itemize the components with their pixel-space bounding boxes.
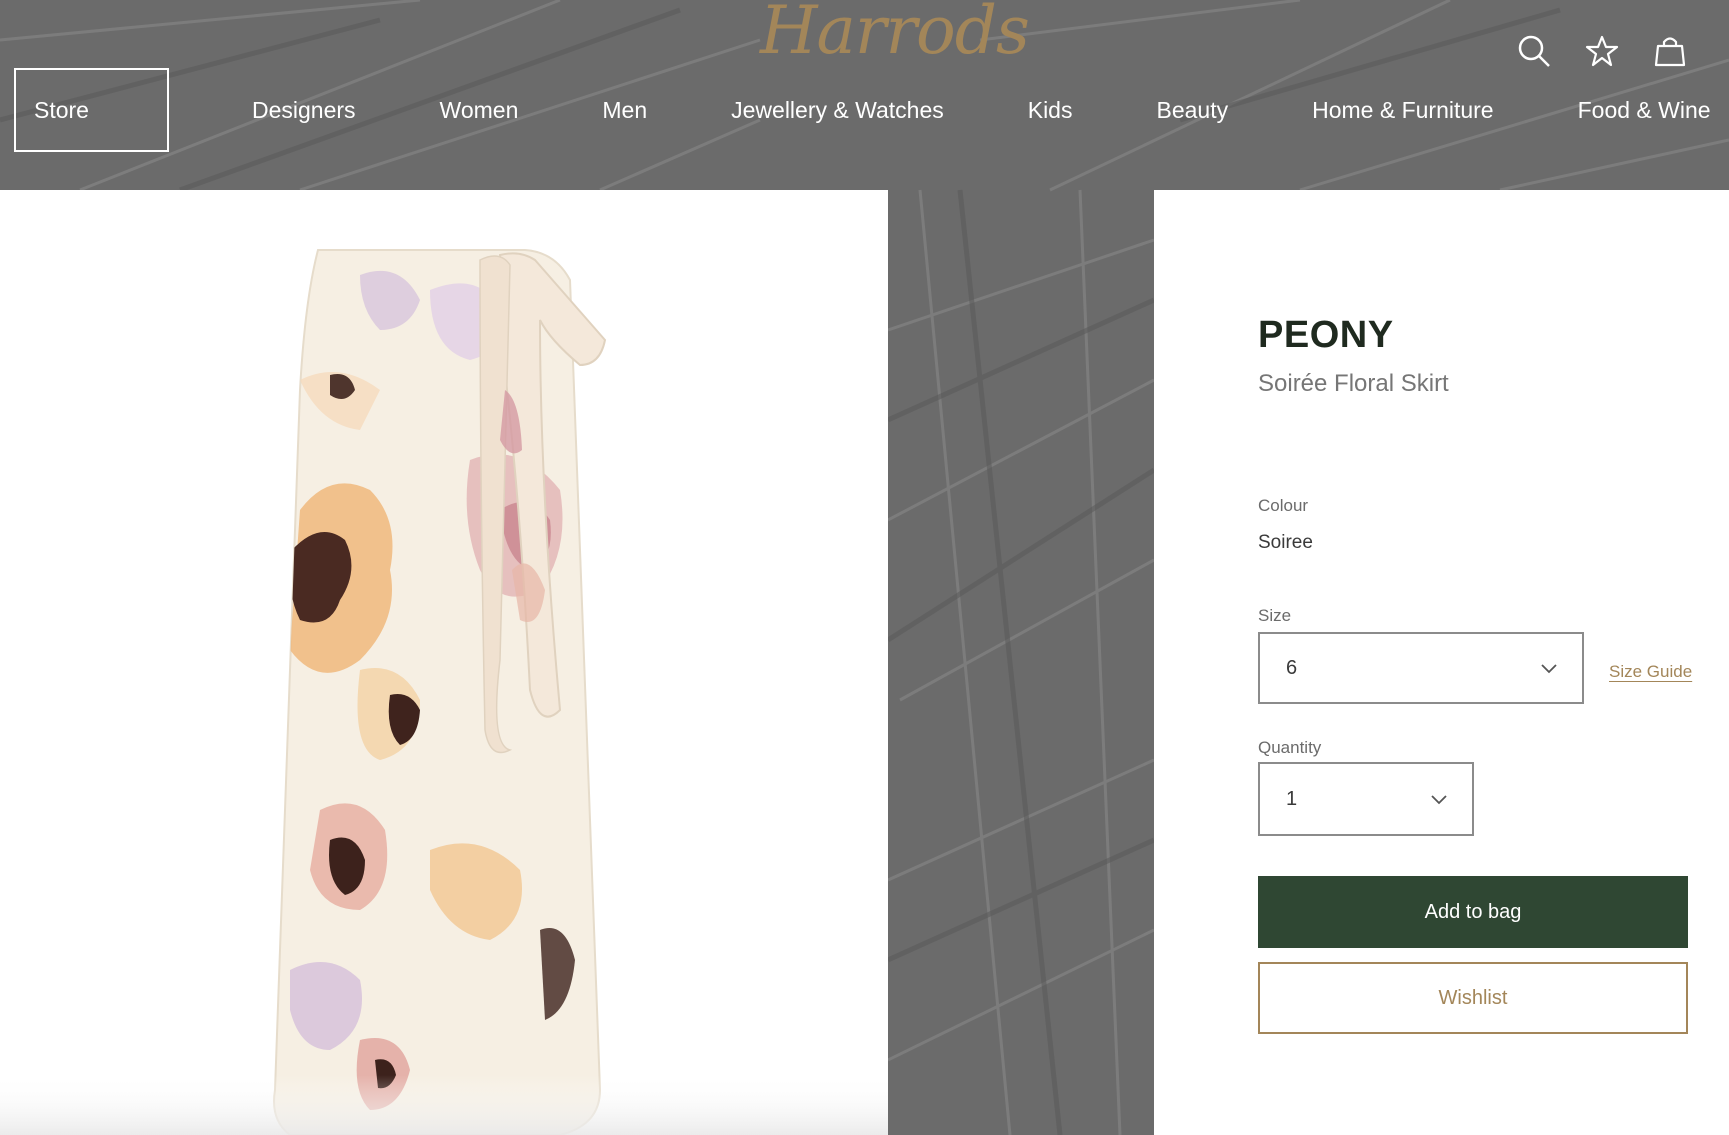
size-guide-link[interactable]: Size Guide [1609,662,1692,682]
product-info-panel: PEONY Soirée Floral Skirt Colour Soiree … [1154,190,1729,1135]
nav-item-store[interactable]: Store [14,68,169,152]
search-icon[interactable] [1517,34,1551,68]
product-image-panel [0,190,888,1135]
site-header: Harrods Store Designers Women Men Jewell… [0,0,1729,190]
star-icon[interactable] [1585,34,1619,68]
product-brand[interactable]: PEONY [1258,314,1394,357]
nav-item-designers[interactable]: Designers [252,97,356,124]
product-image[interactable] [0,190,888,1135]
size-select[interactable]: 6 [1258,632,1584,704]
product-name: Soirée Floral Skirt [1258,370,1449,397]
nav-item-home-furniture[interactable]: Home & Furniture [1312,97,1494,124]
wishlist-button[interactable]: Wishlist [1258,962,1688,1034]
chevron-down-icon [1431,795,1447,805]
nav-item-food-wine[interactable]: Food & Wine [1578,97,1711,124]
size-select-value: 6 [1286,656,1298,679]
header-icons [1517,34,1687,68]
add-to-bag-button[interactable]: Add to bag [1258,876,1688,948]
colour-value: Soiree [1258,532,1313,553]
quantity-select-value: 1 [1286,787,1298,810]
nav-item-jewellery-watches[interactable]: Jewellery & Watches [731,97,944,124]
nav-item-kids[interactable]: Kids [1028,97,1073,124]
quantity-label: Quantity [1258,738,1322,757]
quantity-select[interactable]: 1 [1258,762,1474,836]
colour-label: Colour [1258,496,1309,515]
bag-icon[interactable] [1653,34,1687,68]
nav-item-women[interactable]: Women [440,97,519,124]
harrods-logo[interactable]: Harrods [760,0,1030,76]
chevron-down-icon [1541,664,1557,674]
main-nav: Store Designers Women Men Jewellery & Wa… [14,68,1714,152]
nav-item-men[interactable]: Men [602,97,647,124]
nav-item-beauty[interactable]: Beauty [1156,97,1228,124]
size-label: Size [1258,606,1292,625]
